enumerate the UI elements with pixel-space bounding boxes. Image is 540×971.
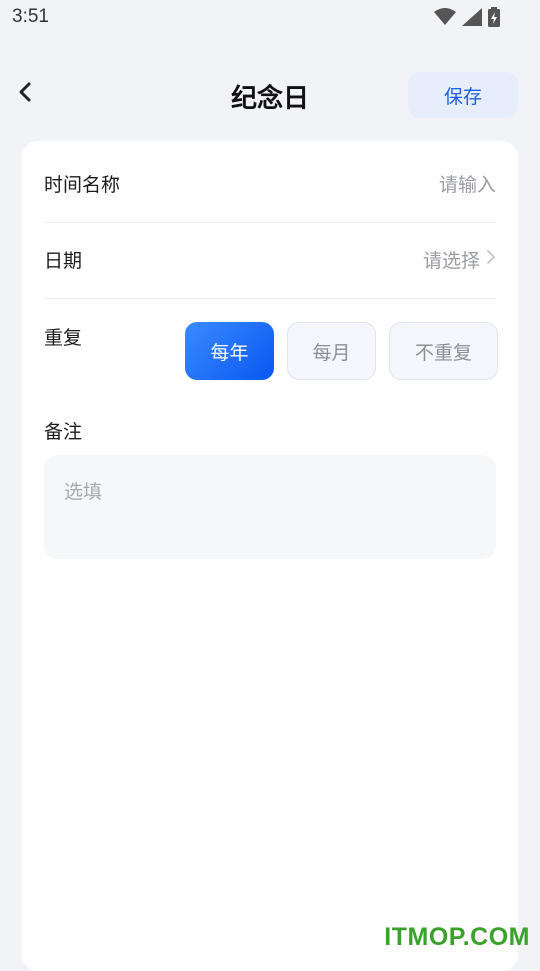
divider	[44, 222, 496, 223]
watermark: ITMOP.COM	[384, 923, 530, 952]
note-label: 备注	[44, 417, 82, 444]
repeat-options: 每年 每月 不重复	[185, 322, 498, 380]
date-label: 日期	[44, 246, 82, 273]
repeat-option-yearly[interactable]: 每年	[185, 322, 274, 380]
status-time: 3:51	[12, 6, 49, 28]
cellular-signal-icon	[462, 8, 482, 26]
wifi-icon	[434, 8, 456, 26]
name-row[interactable]: 时间名称 请输入	[44, 163, 496, 203]
status-bar: 3:51	[0, 0, 540, 36]
battery-charging-icon	[488, 7, 500, 27]
date-row[interactable]: 日期 请选择	[44, 239, 496, 279]
chevron-right-icon	[486, 248, 496, 271]
divider	[44, 298, 496, 299]
form-card: 时间名称 请输入 日期 请选择 重复 每年 每月 不重复 备注	[22, 141, 518, 971]
status-icons	[434, 7, 500, 27]
date-placeholder: 请选择	[423, 246, 480, 273]
nav-bar: 纪念日 保存	[0, 64, 540, 124]
save-button[interactable]: 保存	[408, 72, 518, 118]
note-textarea[interactable]	[44, 455, 496, 559]
date-picker[interactable]: 请选择	[423, 246, 496, 273]
repeat-label: 重复	[44, 323, 82, 350]
repeat-option-monthly[interactable]: 每月	[287, 322, 376, 380]
name-label: 时间名称	[44, 170, 120, 197]
repeat-option-none[interactable]: 不重复	[389, 322, 498, 380]
name-input[interactable]: 请输入	[439, 170, 496, 197]
